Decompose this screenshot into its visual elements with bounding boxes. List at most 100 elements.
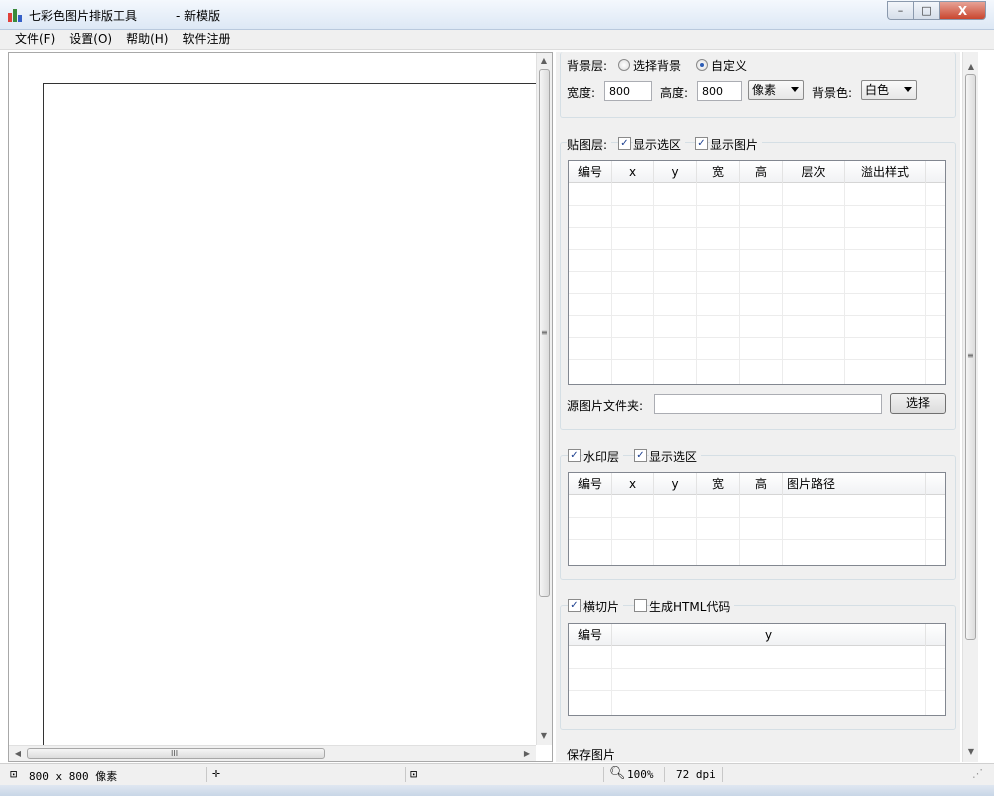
properties-panel: 背景层: 选择背景 自定义 宽度: 高度: 像素 背景色: 白色 贴图层: ✓ … — [556, 52, 960, 762]
grid-line — [925, 183, 926, 384]
grid-line — [925, 495, 926, 565]
status-separator — [405, 767, 406, 782]
scroll-down-icon[interactable]: ▼ — [964, 747, 978, 757]
panel-vertical-scrollbar[interactable]: ▲ ≡ ▼ — [962, 52, 978, 762]
canvas-horizontal-scrollbar[interactable]: ◀ III ▶ — [9, 745, 536, 761]
window-bottom-border — [0, 785, 994, 796]
watermark-show-selection-label[interactable]: 显示选区 — [649, 448, 702, 465]
close-button[interactable]: X — [940, 1, 986, 20]
grid-line — [569, 359, 945, 360]
horizontal-grip-icon: III — [171, 749, 179, 758]
background-group-border — [560, 52, 956, 118]
status-separator — [664, 767, 665, 782]
canvas-area[interactable]: ▲ ≡ ▼ ◀ III ▶ — [8, 52, 553, 762]
watermark-layer-label[interactable]: 水印层 — [583, 448, 624, 465]
scroll-down-icon[interactable]: ▼ — [537, 731, 551, 741]
column-header-y[interactable]: y — [612, 624, 926, 646]
watermark-show-selection-checkbox[interactable]: ✓ — [634, 449, 647, 462]
status-bar: ⊡ 800 x 800 像素 ✛ ⊡ 🔍︎ 100% 72 dpi ⋰ — [0, 763, 994, 785]
vertical-grip-icon: ≡ — [967, 351, 974, 360]
zoom-icon: 🔍︎ — [609, 766, 626, 781]
menu-help[interactable]: 帮助(H) — [119, 30, 175, 49]
grid-line — [739, 495, 740, 565]
column-header-width[interactable]: 宽 — [697, 473, 740, 495]
grid-line — [696, 495, 697, 565]
status-separator — [722, 767, 723, 782]
paste-show-image-checkbox[interactable]: ✓ — [695, 137, 708, 150]
table-header: 编号 x y 宽 高 层次 溢出样式 — [569, 161, 945, 183]
window-title: 七彩色图片排版工具 — [29, 9, 138, 23]
status-separator — [603, 767, 604, 782]
watermark-layer-checkbox[interactable]: ✓ — [568, 449, 581, 462]
column-header-height[interactable]: 高 — [740, 161, 783, 183]
grid-line — [782, 495, 783, 565]
slice-checkbox[interactable]: ✓ — [568, 599, 581, 612]
column-header-x[interactable]: x — [612, 473, 654, 495]
source-folder-label: 源图片文件夹: — [567, 399, 644, 413]
column-header-x[interactable]: x — [612, 161, 654, 183]
move-cursor-icon: ✛ — [212, 766, 220, 781]
canvas-size-icon: ⊡ — [10, 767, 18, 781]
column-header-height[interactable]: 高 — [740, 473, 783, 495]
menu-file[interactable]: 文件(F) — [8, 30, 62, 49]
table-header: 编号 y — [569, 624, 945, 646]
column-header-width[interactable]: 宽 — [697, 161, 740, 183]
column-header-id[interactable]: 编号 — [569, 624, 612, 646]
grid-line — [569, 517, 945, 518]
grid-line — [611, 495, 612, 565]
scroll-left-icon[interactable]: ◀ — [11, 749, 25, 759]
column-header-y[interactable]: y — [654, 161, 697, 183]
generate-html-checkbox[interactable] — [634, 599, 647, 612]
slice-label[interactable]: 横切片 — [583, 598, 624, 615]
column-header-image-path[interactable]: 图片路径 — [783, 473, 926, 495]
scroll-right-icon[interactable]: ▶ — [520, 749, 534, 759]
table-header: 编号 x y 宽 高 图片路径 — [569, 473, 945, 495]
menu-bar: 文件(F) 设置(O) 帮助(H) 软件注册 — [0, 30, 994, 50]
grid-line — [611, 183, 612, 384]
page-canvas[interactable] — [43, 83, 538, 747]
column-header-id[interactable]: 编号 — [569, 161, 612, 183]
grid-line — [569, 293, 945, 294]
save-image-label: 保存图片 — [567, 748, 616, 762]
paste-show-selection-label[interactable]: 显示选区 — [633, 136, 686, 153]
scroll-up-icon[interactable]: ▲ — [537, 56, 551, 66]
grid-line — [569, 271, 945, 272]
dpi-value: 72 dpi — [676, 768, 716, 781]
resize-grip-icon[interactable]: ⋰ — [972, 767, 983, 780]
watermark-table[interactable]: 编号 x y 宽 高 图片路径 — [568, 472, 946, 566]
grid-line — [653, 495, 654, 565]
canvas-vertical-scrollbar[interactable]: ▲ ≡ ▼ — [536, 53, 552, 745]
scroll-up-icon[interactable]: ▲ — [964, 62, 978, 72]
app-logo-icon — [8, 8, 22, 22]
grid-line — [569, 668, 945, 669]
maximize-button[interactable]: □ — [914, 1, 940, 20]
slice-table[interactable]: 编号 y — [568, 623, 946, 716]
paste-show-image-label[interactable]: 显示图片 — [710, 136, 763, 153]
menu-settings[interactable]: 设置(O) — [62, 30, 119, 49]
zoom-level: 100% — [627, 768, 654, 781]
paste-layer-table[interactable]: 编号 x y 宽 高 层次 溢出样式 — [568, 160, 946, 385]
grid-line — [569, 337, 945, 338]
grid-line — [844, 183, 845, 384]
select-folder-button[interactable]: 选择 — [890, 393, 946, 414]
grid-line — [569, 205, 945, 206]
grid-line — [696, 183, 697, 384]
template-name: - 新模版 — [176, 9, 221, 23]
grid-line — [611, 646, 612, 715]
generate-html-label[interactable]: 生成HTML代码 — [649, 598, 735, 615]
column-header-y[interactable]: y — [654, 473, 697, 495]
source-folder-input[interactable] — [654, 394, 882, 414]
grid-line — [569, 315, 945, 316]
grid-line — [782, 183, 783, 384]
grid-line — [569, 690, 945, 691]
minimize-button[interactable]: – — [887, 1, 914, 20]
canvas-size-text: 800 x 800 像素 — [29, 770, 118, 783]
column-header-overflow[interactable]: 溢出样式 — [845, 161, 926, 183]
vertical-grip-icon: ≡ — [541, 328, 548, 337]
grid-line — [569, 249, 945, 250]
selection-icon: ⊡ — [410, 767, 418, 781]
menu-register[interactable]: 软件注册 — [175, 30, 237, 49]
paste-show-selection-checkbox[interactable]: ✓ — [618, 137, 631, 150]
column-header-id[interactable]: 编号 — [569, 473, 612, 495]
column-header-layer[interactable]: 层次 — [783, 161, 845, 183]
